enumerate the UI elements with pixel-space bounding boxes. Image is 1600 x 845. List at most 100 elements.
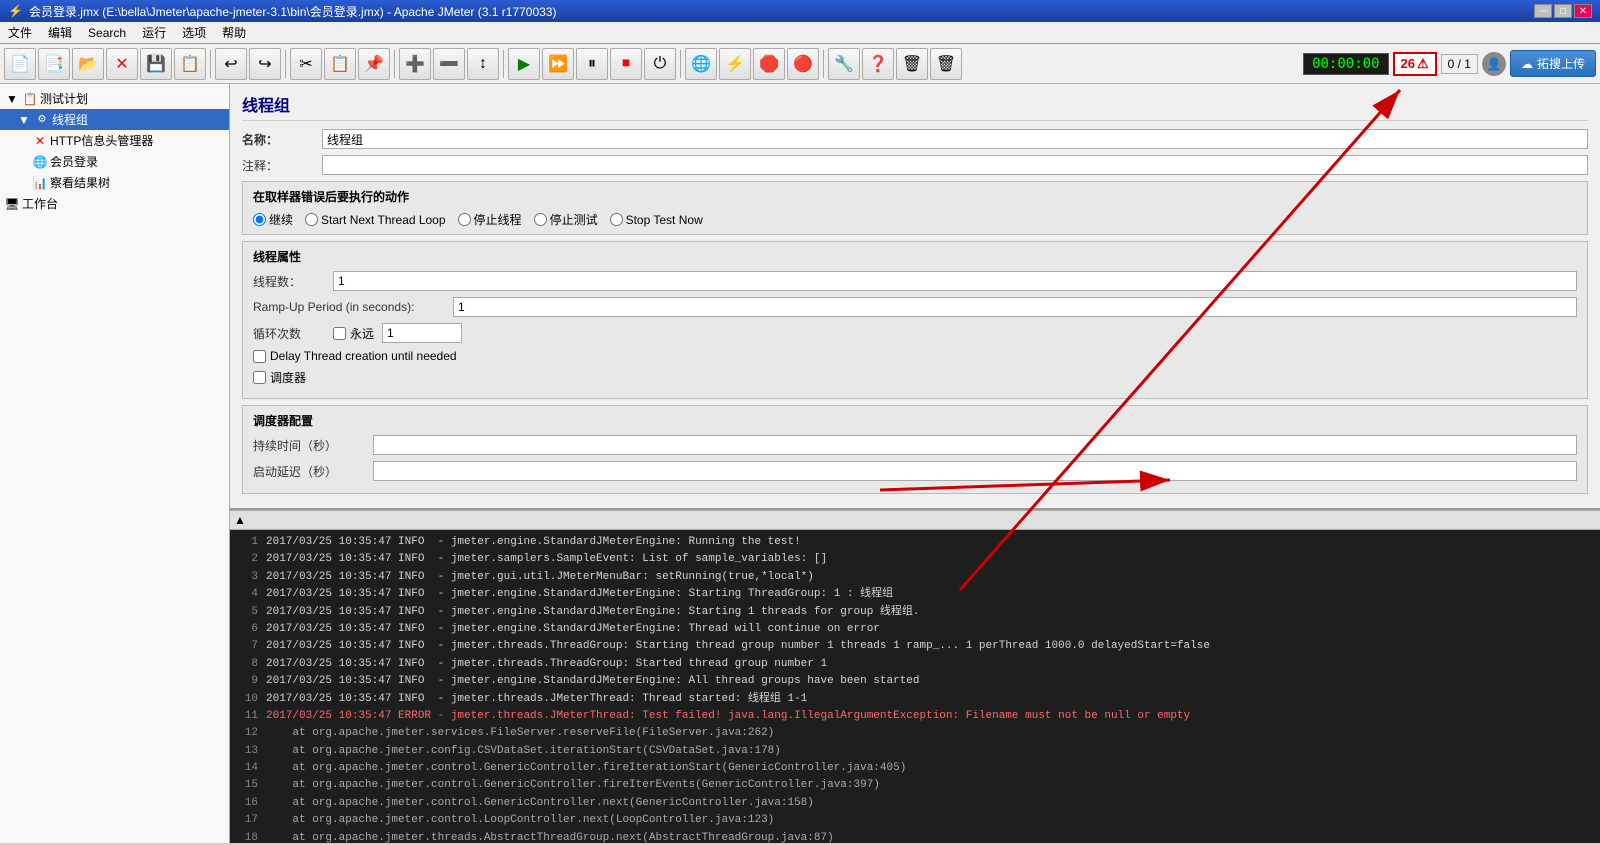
save-as-button[interactable]: 📋 [174, 48, 206, 80]
radio-stop-test-now[interactable]: Stop Test Now [610, 213, 703, 227]
content-panel: 线程组 名称： 注释： 在取样器错误后要执行的动作 继续 [230, 84, 1600, 843]
delay-thread-text: Delay Thread creation until needed [270, 349, 457, 363]
form-area: 线程组 名称： 注释： 在取样器错误后要执行的动作 继续 [230, 84, 1600, 510]
forever-label: 永远 [350, 325, 374, 342]
log-lines-container: 12017/03/25 10:35:47 INFO - jmeter.engin… [234, 534, 1596, 843]
menu-help[interactable]: 帮助 [214, 22, 254, 43]
remote-stop-button[interactable]: 🛑 [753, 48, 785, 80]
comment-row: 注释： [242, 155, 1588, 175]
window-title: 会员登录.jmx (E:\bella\Jmeter\apache-jmeter-… [29, 3, 557, 20]
thread-count-row: 线程数： [253, 271, 1577, 291]
expand-icon-2: ▼ [16, 112, 32, 128]
function-helper-button[interactable]: 🔧 [828, 48, 860, 80]
remote-start-all-button[interactable]: ⚡ [719, 48, 751, 80]
shutdown-button[interactable]: ⏻ [644, 48, 676, 80]
upload-label: 拓搜上传 [1537, 55, 1585, 72]
open-button[interactable]: 📂 [72, 48, 104, 80]
tree-item-results[interactable]: 📊 察看结果树 [0, 172, 229, 193]
clear-button[interactable]: 🗑 [896, 48, 928, 80]
scheduler-text: 调度器 [270, 369, 306, 386]
log-line: 72017/03/25 10:35:47 INFO - jmeter.threa… [234, 638, 1596, 655]
collapse-button[interactable]: ➖ [433, 48, 465, 80]
log-line: 92017/03/25 10:35:47 INFO - jmeter.engin… [234, 673, 1596, 690]
undo-button[interactable]: ↩ [215, 48, 247, 80]
menu-edit[interactable]: 编辑 [40, 22, 80, 43]
name-input[interactable] [322, 129, 1588, 149]
loop-count-row: 循环次数 永远 [253, 323, 1577, 343]
duration-label: 持续时间（秒） [253, 437, 373, 454]
maximize-button[interactable]: □ [1554, 4, 1572, 18]
tree-item-test-plan[interactable]: ▼ 📋 测试计划 [0, 88, 229, 109]
radio-stop-test[interactable]: 停止测试 [534, 211, 598, 228]
paste-button[interactable]: 📌 [358, 48, 390, 80]
radio-continue[interactable]: 继续 [253, 211, 293, 228]
clear-all-button[interactable]: 🗑 [930, 48, 962, 80]
start-button[interactable]: ▶ [508, 48, 540, 80]
tree-item-label-5: 察看结果树 [50, 174, 110, 191]
log-line: 13 at org.apache.jmeter.config.CSVDataSe… [234, 743, 1596, 760]
tree-item-thread-group[interactable]: ▼ ⚙ 线程组 [0, 109, 229, 130]
scheduler-config-section: 调度器配置 持续时间（秒） 启动延迟（秒） [242, 405, 1588, 494]
name-row: 名称： [242, 129, 1588, 149]
log-line: 32017/03/25 10:35:47 INFO - jmeter.gui.u… [234, 569, 1596, 586]
menu-options[interactable]: 选项 [174, 22, 214, 43]
log-toggle-icon[interactable]: ▲ [234, 513, 246, 527]
menu-run[interactable]: 运行 [134, 22, 174, 43]
scheduler-label[interactable]: 调度器 [253, 369, 306, 386]
remote-stop-all-button[interactable]: 🔴 [787, 48, 819, 80]
start-no-pause-button[interactable]: ⏩ [542, 48, 574, 80]
comment-input[interactable] [322, 155, 1588, 175]
save-button[interactable]: 💾 [140, 48, 172, 80]
upload-button[interactable]: ☁ 拓搜上传 [1510, 50, 1596, 77]
stop-button[interactable]: ⏹ [610, 48, 642, 80]
menu-file[interactable]: 文件 [0, 22, 40, 43]
pause-button[interactable]: ⏸ [576, 48, 608, 80]
tree-panel: ▼ 📋 测试计划 ▼ ⚙ 线程组 ✕ HTTP信息头管理器 🌐 会员登录 📊 察… [0, 84, 230, 843]
loop-count-label: 循环次数 [253, 325, 333, 342]
tree-item-login[interactable]: 🌐 会员登录 [0, 151, 229, 172]
ramp-up-input[interactable] [453, 297, 1577, 317]
warning-badge[interactable]: 26 ⚠ [1393, 52, 1437, 76]
section-title: 线程组 [242, 92, 1588, 121]
close-button[interactable]: ✕ [106, 48, 138, 80]
open-template-button[interactable]: 📑 [38, 48, 70, 80]
log-line: 82017/03/25 10:35:47 INFO - jmeter.threa… [234, 656, 1596, 673]
start-delay-label: 启动延迟（秒） [253, 463, 373, 480]
remote-start-button[interactable]: 🌐 [685, 48, 717, 80]
delay-thread-checkbox[interactable] [253, 350, 266, 363]
thread-count-input[interactable] [333, 271, 1577, 291]
expand-button[interactable]: ➕ [399, 48, 431, 80]
log-toolbar: ▲ [230, 510, 1600, 530]
copy-button[interactable]: 📋 [324, 48, 356, 80]
forever-checkbox[interactable] [333, 327, 346, 340]
duration-input[interactable] [373, 435, 1577, 455]
redo-button[interactable]: ↪ [249, 48, 281, 80]
radio-next-loop[interactable]: Start Next Thread Loop [305, 213, 446, 227]
error-action-section: 在取样器错误后要执行的动作 继续 Start Next Thread Loop … [242, 181, 1588, 235]
loop-count-input[interactable] [382, 323, 462, 343]
start-delay-input[interactable] [373, 461, 1577, 481]
toggle-button[interactable]: ↕ [467, 48, 499, 80]
help-button[interactable]: ❓ [862, 48, 894, 80]
radio-stop-thread[interactable]: 停止线程 [458, 211, 522, 228]
thread-props-title: 线程属性 [253, 248, 1577, 265]
separator-6 [823, 50, 824, 78]
forever-checkbox-label[interactable]: 永远 [333, 325, 374, 342]
minimize-button[interactable]: ─ [1534, 4, 1552, 18]
separator-3 [394, 50, 395, 78]
log-area[interactable]: 12017/03/25 10:35:47 INFO - jmeter.engin… [230, 530, 1600, 843]
new-button[interactable]: 📄 [4, 48, 36, 80]
log-line: 52017/03/25 10:35:47 INFO - jmeter.engin… [234, 604, 1596, 621]
thread-count-label: 线程数： [253, 273, 333, 290]
scheduler-checkbox[interactable] [253, 371, 266, 384]
delay-thread-label[interactable]: Delay Thread creation until needed [253, 349, 457, 363]
cut-button[interactable]: ✂ [290, 48, 322, 80]
menu-search[interactable]: Search [80, 24, 134, 42]
close-button[interactable]: ✕ [1574, 4, 1592, 18]
tree-item-http-header[interactable]: ✕ HTTP信息头管理器 [0, 130, 229, 151]
comment-label: 注释： [242, 157, 322, 174]
tree-item-label-4: 会员登录 [50, 153, 98, 170]
thread-group-icon: ⚙ [34, 112, 50, 128]
tree-item-workbench[interactable]: 🖥 工作台 [0, 193, 229, 214]
expand-icon: ▼ [4, 91, 20, 107]
